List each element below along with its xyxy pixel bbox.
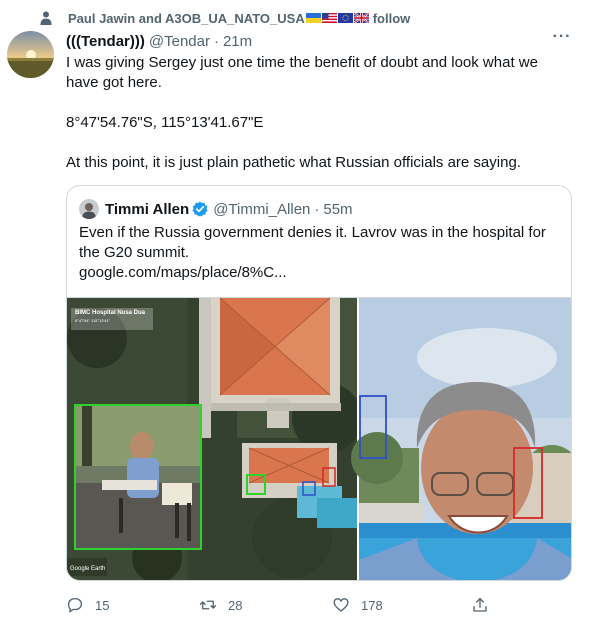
us-flag-icon [321,13,337,23]
retweet-icon [199,600,217,610]
map-location-label: BIMC Hospital Nusa Dua [75,310,146,316]
more-options-button[interactable]: ··· [552,29,572,50]
quoted-author-handle: @Timmi_Allen [213,200,311,218]
sunset-avatar-image [7,31,54,78]
tweet-paragraph: I was giving Sergey just one time the be… [66,54,538,91]
satellite-map-image [67,297,362,580]
separator-dot: · [314,200,320,218]
like-count: 178 [361,597,383,613]
share-icon [473,597,487,612]
tweet-actions: 15 28 178 [66,592,496,618]
share-button[interactable] [471,592,500,618]
separator-dot: · [213,32,219,50]
map-location-sublabel: 8°47'54" 115°13'41" [75,318,111,323]
person-icon [40,11,52,25]
social-context-text: Paul Jawin and A3OB_UA_NATO_USA [68,10,305,26]
tweet-paragraph: At this point, it is just plain pathetic… [66,154,521,171]
comparison-image [67,297,571,580]
reply-button[interactable]: 15 [66,592,109,618]
more-dots-icon: ··· [552,28,572,45]
author-name[interactable]: (((Tendar))) [66,33,145,50]
quoted-author-avatar [79,199,99,219]
selfie-photo-image [351,298,571,580]
uk-flag-icon [353,13,369,23]
verified-badge-icon [192,201,208,217]
social-context: Paul Jawin and A3OB_UA_NATO_USA follow [38,9,410,27]
reply-count: 15 [95,597,110,613]
heart-icon [333,598,349,612]
follow-link[interactable]: follow [373,11,411,26]
retweet-count: 28 [228,597,243,613]
quoted-tweet-link[interactable]: google.com/maps/place/8%C... [79,263,559,283]
ukraine-flag-icon [305,13,321,23]
author-handle[interactable]: @Tendar [149,33,210,50]
tweet-coordinates: 8°47'54.76"S, 115°13'41.67"E [66,114,264,131]
map-watermark: Google Earth [70,566,106,572]
retweet-button[interactable]: 28 [199,592,242,618]
quoted-tweet-media[interactable]: BIMC Hospital Nusa Dua 8°47'54" 115°13'4… [67,297,571,580]
quoted-tweet-header: Timmi Allen @Timmi_Allen · 55m [79,198,353,220]
quoted-tweet[interactable]: Timmi Allen @Timmi_Allen · 55m Even if t… [66,185,572,581]
quoted-tweet-text: Even if the Russia government denies it.… [79,223,559,283]
like-button[interactable]: 178 [332,592,383,618]
tweet-timestamp[interactable]: 21m [223,33,252,50]
author-avatar[interactable] [7,31,54,78]
quoted-avatar-image [79,199,99,219]
quoted-tweet-body: Even if the Russia government denies it.… [79,224,546,261]
quoted-author-name: Timmi Allen [105,200,190,218]
eu-flag-icon [337,13,353,23]
quoted-tweet-timestamp: 55m [323,200,353,218]
tweet-header: (((Tendar))) @Tendar · 21m [66,31,252,51]
tweet-text: I was giving Sergey just one time the be… [66,53,566,193]
reply-icon [67,597,83,613]
